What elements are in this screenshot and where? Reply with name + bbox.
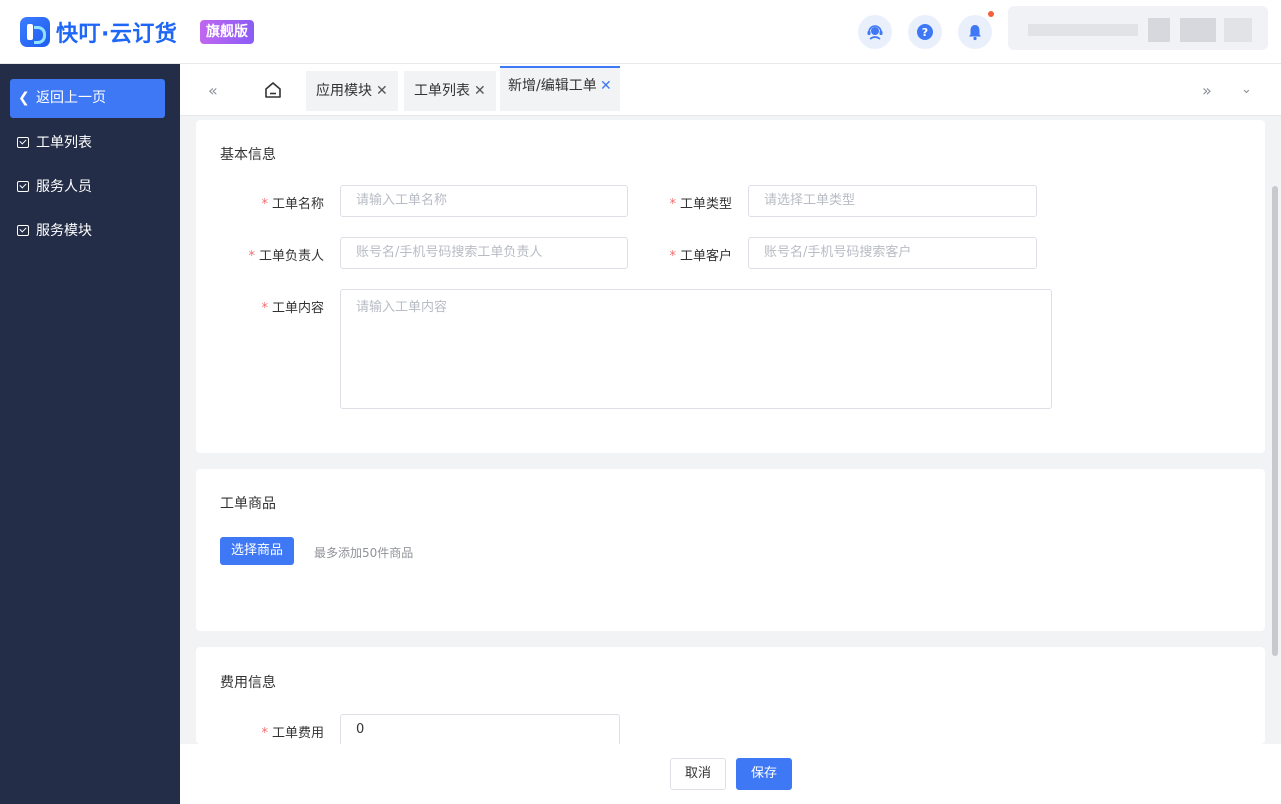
bell-icon xyxy=(969,25,981,41)
workorder-customer-label: * 工单客户 xyxy=(669,249,732,264)
workorder-content-label: * 工单内容 xyxy=(261,301,324,316)
workorder-owner-input[interactable]: 账号名/手机号码搜索工单负责人 xyxy=(340,237,628,269)
sidebar: ❮ 返回上一页 工单列表 服务人员 服务模块 xyxy=(0,64,180,804)
tab-app-modules[interactable]: 应用模块 ✕ xyxy=(306,71,398,111)
double-chevron-right-icon[interactable]: » xyxy=(1202,81,1212,100)
user-account-area[interactable] xyxy=(1008,6,1268,50)
scrollbar-thumb[interactable] xyxy=(1272,186,1278,656)
workorder-name-label: * 工单名称 xyxy=(261,197,324,212)
sidebar-item-label: 服务模块 xyxy=(36,223,92,239)
tab-label: 应用模块 xyxy=(316,83,372,99)
sidebar-item-workorder-list[interactable]: 工单列表 xyxy=(17,133,92,153)
support-button[interactable] xyxy=(858,15,892,49)
blurred-user-info xyxy=(1180,18,1216,42)
workorder-fee-input[interactable]: 0 xyxy=(340,714,620,744)
workorder-type-select[interactable]: 请选择工单类型 xyxy=(748,185,1037,217)
support-icon xyxy=(867,25,883,40)
save-button[interactable]: 保存 xyxy=(736,758,792,790)
tab-workorder-list[interactable]: 工单列表 ✕ xyxy=(404,71,496,111)
basic-info-card: 基本信息 * 工单名称 请输入工单名称 * 工单类型 请选择工单类型 * 工单负责人 … xyxy=(196,120,1265,453)
workorder-customer-input[interactable]: 账号名/手机号码搜索客户 xyxy=(748,237,1037,269)
fees-card: 费用信息 * 工单费用 0 xyxy=(196,647,1265,744)
top-bar: 快叮·云订货 旗舰版 ? xyxy=(0,0,1281,64)
sidebar-item-label: 服务人员 xyxy=(36,179,92,195)
workorder-name-input[interactable]: 请输入工单名称 xyxy=(340,185,628,217)
fees-title: 费用信息 xyxy=(220,675,276,691)
close-icon[interactable]: ✕ xyxy=(376,71,388,111)
back-button[interactable]: ❮ 返回上一页 xyxy=(10,79,165,118)
app-logo-icon xyxy=(20,17,50,47)
workorder-type-label: * 工单类型 xyxy=(669,197,732,212)
form-footer: 取消 保存 xyxy=(180,744,1281,804)
notification-dot xyxy=(988,11,994,17)
chevron-left-icon: ❮ xyxy=(18,90,30,106)
products-card: 工单商品 选择商品 最多添加50件商品 xyxy=(196,469,1265,631)
products-title: 工单商品 xyxy=(220,496,276,512)
close-icon[interactable]: ✕ xyxy=(474,71,486,111)
workorder-fee-label: * 工单费用 xyxy=(261,726,324,741)
notifications-button[interactable] xyxy=(958,15,992,49)
tab-label: 工单列表 xyxy=(414,83,470,99)
help-icon: ? xyxy=(917,24,933,40)
chevron-down-icon[interactable]: ⌄ xyxy=(1241,82,1252,97)
sidebar-item-service-modules[interactable]: 服务模块 xyxy=(17,221,92,241)
help-button[interactable]: ? xyxy=(908,15,942,49)
basic-info-title: 基本信息 xyxy=(220,147,276,163)
sidebar-item-service-staff[interactable]: 服务人员 xyxy=(17,177,92,197)
back-button-label: 返回上一页 xyxy=(36,90,106,106)
mail-icon xyxy=(17,181,29,192)
mail-icon xyxy=(17,225,29,236)
app-brand-name: 快叮·云订货 xyxy=(56,22,178,47)
mail-icon xyxy=(17,137,29,148)
products-limit-hint: 最多添加50件商品 xyxy=(314,546,414,560)
blurred-user-info xyxy=(1028,24,1138,36)
workorder-owner-label: * 工单负责人 xyxy=(248,249,324,264)
svg-text:?: ? xyxy=(922,26,928,39)
workorder-content-textarea[interactable]: 请输入工单内容 xyxy=(340,289,1052,409)
blurred-user-info xyxy=(1224,18,1252,42)
tab-bar: « 应用模块 ✕ 工单列表 ✕ 新增/编辑工单 ✕ » ⌄ xyxy=(180,64,1281,116)
home-icon[interactable] xyxy=(264,81,282,99)
cancel-button[interactable]: 取消 xyxy=(670,758,726,790)
select-products-button[interactable]: 选择商品 xyxy=(220,537,294,565)
edition-badge: 旗舰版 xyxy=(200,20,254,44)
close-icon[interactable]: ✕ xyxy=(600,68,612,104)
double-chevron-left-icon[interactable]: « xyxy=(208,81,218,100)
tab-label: 新增/编辑工单 xyxy=(508,78,597,94)
sidebar-item-label: 工单列表 xyxy=(36,135,92,151)
tab-new-edit-workorder[interactable]: 新增/编辑工单 ✕ xyxy=(500,66,620,111)
blurred-user-info xyxy=(1148,18,1170,42)
